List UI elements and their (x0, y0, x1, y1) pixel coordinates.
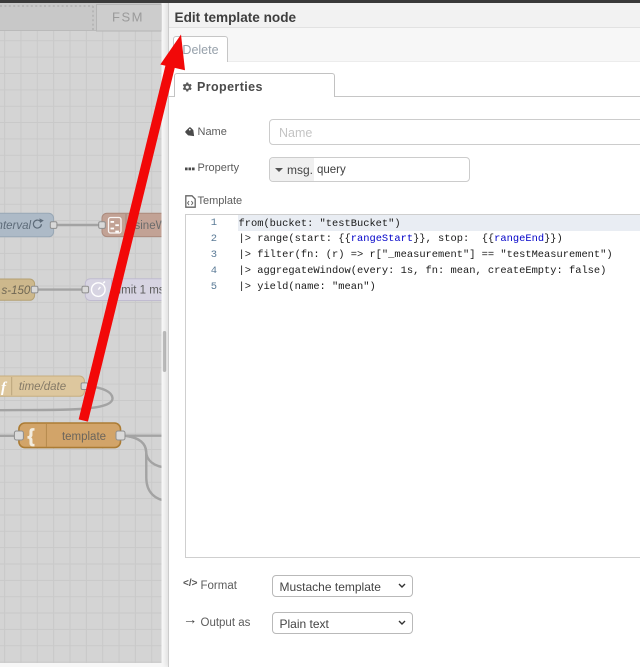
svg-text:interval: interval (0, 220, 32, 232)
svg-text:{: { (28, 426, 35, 446)
svg-text:s-150: s-150 (2, 285, 31, 297)
svg-text:FSM: FSM (112, 10, 144, 25)
svg-text:time/date: time/date (19, 381, 66, 393)
svg-text:template: template (62, 431, 106, 443)
svg-text:limit 1 msg: limit 1 msg (116, 285, 168, 297)
